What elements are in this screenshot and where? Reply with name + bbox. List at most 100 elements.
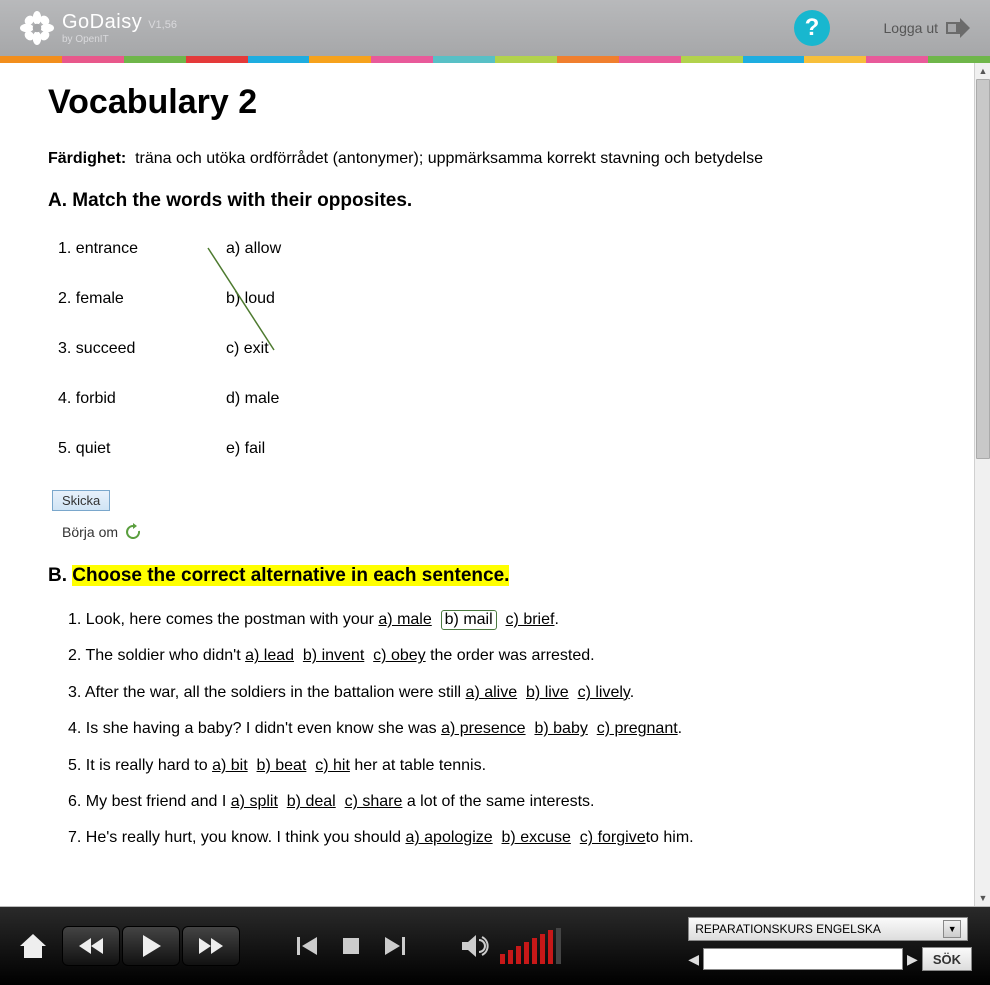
alternative-option[interactable]: a) bit (212, 757, 248, 774)
sentence-pre: My best friend and I (86, 793, 231, 810)
fast-forward-button[interactable] (182, 926, 240, 966)
skill-label: Färdighet: (48, 150, 126, 167)
rewind-button[interactable] (62, 926, 120, 966)
logout-button[interactable]: Logga ut (884, 18, 973, 38)
dropdown-value: REPARATIONSKURS ENGELSKA (695, 922, 881, 936)
alternative-option[interactable]: b) invent (303, 647, 364, 664)
match-right-term[interactable]: e) fail (226, 440, 265, 458)
alternative-option[interactable]: c) brief (506, 611, 555, 628)
sentence-number: 7. (68, 829, 86, 846)
alternative-option[interactable]: b) baby (534, 720, 587, 737)
search-button[interactable]: SÖK (922, 947, 972, 971)
sentence-item: 2. The soldier who didn't a) lead b) inv… (68, 645, 926, 667)
alternative-option[interactable]: c) forgive (580, 829, 646, 846)
match-row: 5. quiete) fail (58, 440, 458, 458)
app-version: V1,56 (148, 20, 177, 31)
sentence-post: . (554, 611, 558, 628)
help-icon: ? (805, 14, 820, 42)
speaker-icon[interactable] (462, 934, 490, 958)
match-right-term[interactable]: b) loud (226, 290, 275, 308)
course-dropdown[interactable]: REPARATIONSKURS ENGELSKA ▼ (688, 917, 968, 941)
track-controls (294, 933, 408, 959)
document-content: Vocabulary 2 Färdighet: träna och utöka … (0, 63, 974, 906)
submit-button[interactable]: Skicka (52, 490, 110, 511)
app-header: GoDaisy V1,56 by OpenIT ? Logga ut (0, 0, 990, 56)
sentence-pre: It is really hard to (86, 757, 212, 774)
sentence-pre: Is she having a baby? I didn't even know… (86, 720, 441, 737)
sentence-item: 5. It is really hard to a) bit b) beat c… (68, 755, 926, 777)
sentence-number: 6. (68, 793, 86, 810)
sentence-number: 5. (68, 757, 86, 774)
next-result-icon[interactable]: ▶ (907, 951, 918, 968)
volume-bars[interactable] (500, 928, 561, 964)
alternative-option[interactable]: b) excuse (502, 829, 571, 846)
sentence-item: 4. Is she having a baby? I didn't even k… (68, 718, 926, 740)
alternative-option[interactable]: c) obey (373, 647, 425, 664)
scroll-down-icon[interactable]: ▼ (975, 890, 990, 906)
home-button[interactable] (18, 932, 48, 960)
match-grid: 1. entrancea) allow 2. femaleb) loud 3. su… (58, 240, 458, 458)
alternative-option[interactable]: b) live (526, 684, 569, 701)
prev-result-icon[interactable]: ◀ (688, 951, 699, 968)
sentence-post: her at table tennis. (350, 757, 486, 774)
scrollbar[interactable]: ▲ ▼ (974, 63, 990, 906)
match-left-term[interactable]: 2. female (58, 290, 226, 308)
logo-flower-icon (20, 11, 54, 45)
alternative-option[interactable]: a) split (231, 793, 278, 810)
prev-track-button[interactable] (294, 933, 320, 959)
brand: GoDaisy V1,56 by OpenIT (20, 11, 177, 45)
sentence-pre: Look, here comes the postman with your (86, 611, 379, 628)
match-left-term[interactable]: 3. succeed (58, 340, 226, 358)
sentence-item: 6. My best friend and I a) split b) deal… (68, 791, 926, 813)
alternative-option[interactable]: c) share (345, 793, 403, 810)
stop-button[interactable] (338, 933, 364, 959)
sentence-post: a lot of the same interests. (402, 793, 594, 810)
scroll-thumb[interactable] (976, 79, 990, 459)
alternative-option[interactable]: a) apologize (405, 829, 492, 846)
match-left-term[interactable]: 4. forbid (58, 390, 226, 408)
next-track-button[interactable] (382, 933, 408, 959)
restart-label: Börja om (62, 524, 118, 540)
alternative-option[interactable]: c) hit (315, 757, 350, 774)
match-left-term[interactable]: 5. quiet (58, 440, 226, 458)
skill-line: Färdighet: träna och utöka ordförrådet (… (48, 150, 926, 168)
play-button[interactable] (122, 926, 180, 966)
volume-area (462, 928, 561, 964)
match-row: 2. femaleb) loud (58, 290, 458, 308)
alternative-option[interactable]: b) deal (287, 793, 336, 810)
sentence-number: 1. (68, 611, 86, 628)
sentence-number: 4. (68, 720, 86, 737)
sentence-item: 1. Look, here comes the postman with you… (68, 609, 926, 631)
scroll-up-icon[interactable]: ▲ (975, 63, 990, 79)
sentence-item: 7. He's really hurt, you know. I think y… (68, 827, 926, 849)
sentence-post: the order was arrested. (426, 647, 595, 664)
match-left-term[interactable]: 1. entrance (58, 240, 226, 258)
alternative-option[interactable]: a) lead (245, 647, 294, 664)
section-b-heading: B. Choose the correct alternative in eac… (48, 565, 926, 587)
alternative-option[interactable]: c) pregnant (597, 720, 678, 737)
match-right-term[interactable]: a) allow (226, 240, 281, 258)
page-title: Vocabulary 2 (48, 83, 926, 122)
chevron-down-icon: ▼ (943, 920, 961, 938)
sentence-pre: After the war, all the soldiers in the b… (85, 684, 466, 701)
sentence-number: 2. (68, 647, 86, 664)
logout-icon (946, 18, 972, 38)
section-b-title: Choose the correct alternative in each s… (72, 565, 509, 586)
skill-text: träna och utöka ordförrådet (antonymer);… (135, 150, 763, 167)
restart-button[interactable]: Börja om (62, 523, 926, 541)
alternative-option[interactable]: a) male (378, 611, 431, 628)
alternative-option[interactable]: b) mail (441, 610, 497, 630)
content-area: Vocabulary 2 Färdighet: träna och utöka … (0, 63, 990, 907)
match-right-term[interactable]: d) male (226, 390, 279, 408)
help-button[interactable]: ? (794, 10, 830, 46)
alternative-option[interactable]: b) beat (257, 757, 307, 774)
search-input[interactable] (703, 948, 903, 970)
alternative-option[interactable]: a) presence (441, 720, 526, 737)
sentence-post: to him. (646, 829, 694, 846)
match-connection-line (58, 240, 458, 500)
sentence-post: . (630, 684, 634, 701)
match-right-term[interactable]: c) exit (226, 340, 269, 358)
alternative-option[interactable]: c) lively (578, 684, 630, 701)
sentence-pre: He's really hurt, you know. I think you … (86, 829, 406, 846)
alternative-option[interactable]: a) alive (466, 684, 518, 701)
